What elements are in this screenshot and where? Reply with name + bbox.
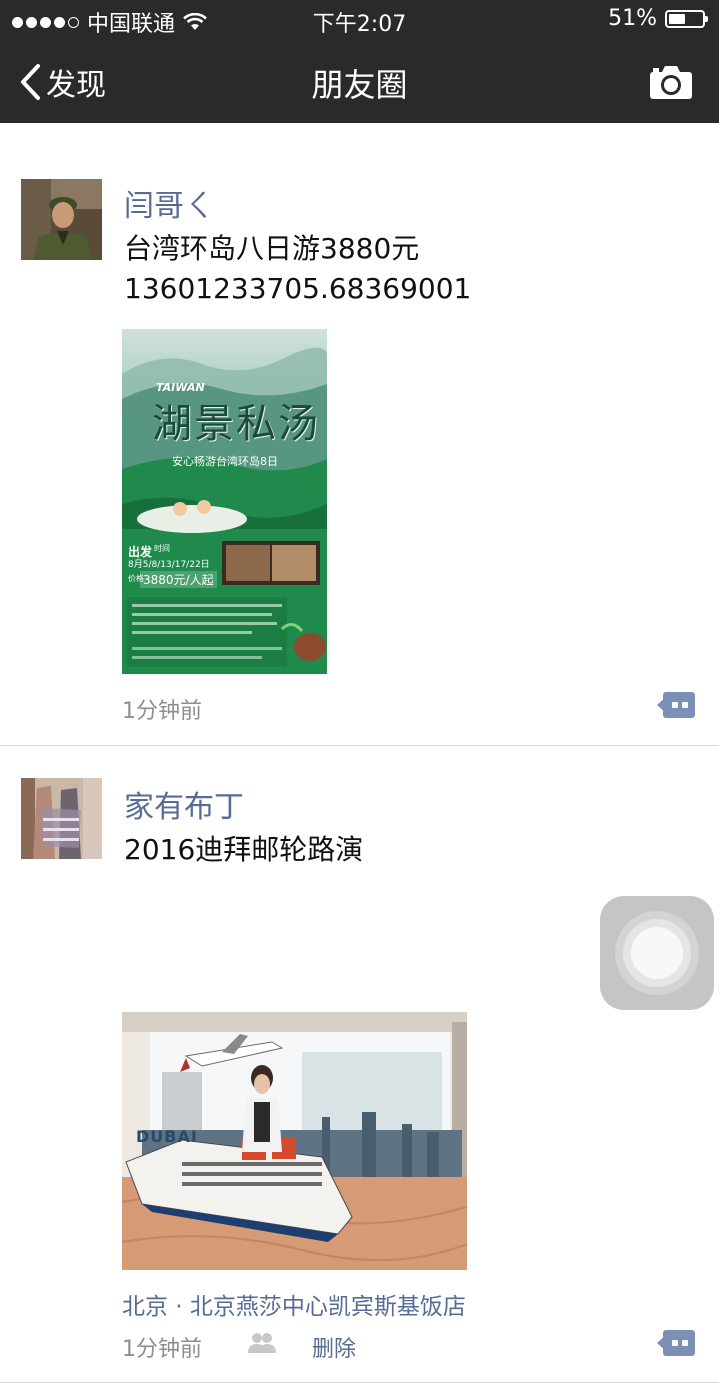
delete-button[interactable]: 删除 [312,1331,356,1363]
photo-sign: DUBAI [136,1127,198,1146]
post-author-name[interactable]: 闫哥ㄑ [124,181,214,225]
post-image[interactable]: DUBAI [122,1012,467,1270]
visibility-icon[interactable] [246,1331,278,1355]
poster-time-label: 时间 [154,544,170,553]
battery-percent: 51% [608,6,657,31]
post-author-name[interactable]: 家有布丁 [124,782,244,826]
battery-info: 51% [608,6,708,31]
avatar[interactable] [21,179,102,260]
poster-dates: 8月5/8/13/17/22日 [128,560,210,570]
poster-subtitle: 安心畅游台湾环岛8日 [172,455,278,468]
avatar[interactable] [21,778,102,859]
post-timestamp: 1分钟前 [122,1337,202,1362]
battery-icon [665,9,708,28]
assistive-touch-button[interactable] [600,896,714,1010]
post-image[interactable]: TAIWAN 湖景私汤 安心畅游台湾环岛8日 出发 时间 8月5/8/13/17… [122,329,327,674]
post-location[interactable]: 北京 · 北京燕莎中心凯宾斯基饭店 [122,1287,466,1321]
post-text-line: 台湾环岛八日游3880元 [124,232,420,265]
poster-title: 湖景私汤 [152,401,320,447]
camera-icon[interactable] [649,64,693,100]
post-timestamp: 1分钟前 [122,699,202,724]
navigation-bar: 发现 朋友圈 [0,40,719,123]
status-bar: 中国联通 下午2:07 51% [0,0,719,40]
moment-post: 闫哥ㄑ 台湾环岛八日游3880元 13601233705.68369001 TA… [0,123,719,746]
comment-icon[interactable] [657,692,695,718]
page-title: 朋友圈 [311,66,408,104]
poster-price: 3880元/人起 [140,571,217,588]
post-text-line: 13601233705.68369001 [124,272,472,305]
comment-icon[interactable] [657,1330,695,1356]
post-text: 2016迪拜邮轮路演 [124,833,364,866]
